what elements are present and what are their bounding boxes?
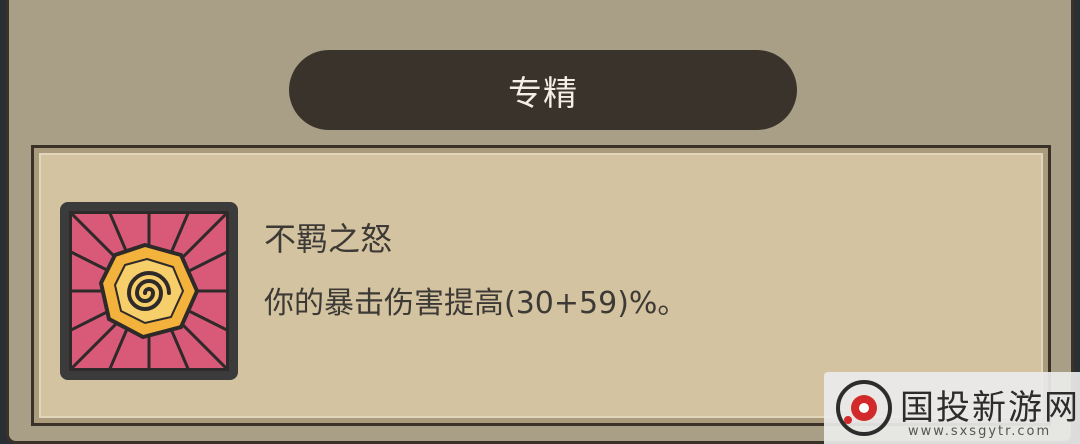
watermark-logo-icon: [836, 380, 892, 436]
skill-name: 不羁之怒: [264, 220, 393, 258]
watermark-title: 国投新游网: [900, 388, 1080, 428]
skill-description: 你的暴击伤害提高(30+59)%。: [264, 286, 688, 321]
site-watermark: 国投新游网 www.sxsgytr.com: [824, 372, 1080, 444]
panel-title: 专精: [508, 73, 578, 114]
spiral-burst-icon: [69, 211, 229, 371]
watermark-url: www.sxsgytr.com: [908, 424, 1052, 439]
panel-title-bar: 专精: [289, 50, 797, 130]
skill-icon-frame[interactable]: [60, 202, 238, 380]
